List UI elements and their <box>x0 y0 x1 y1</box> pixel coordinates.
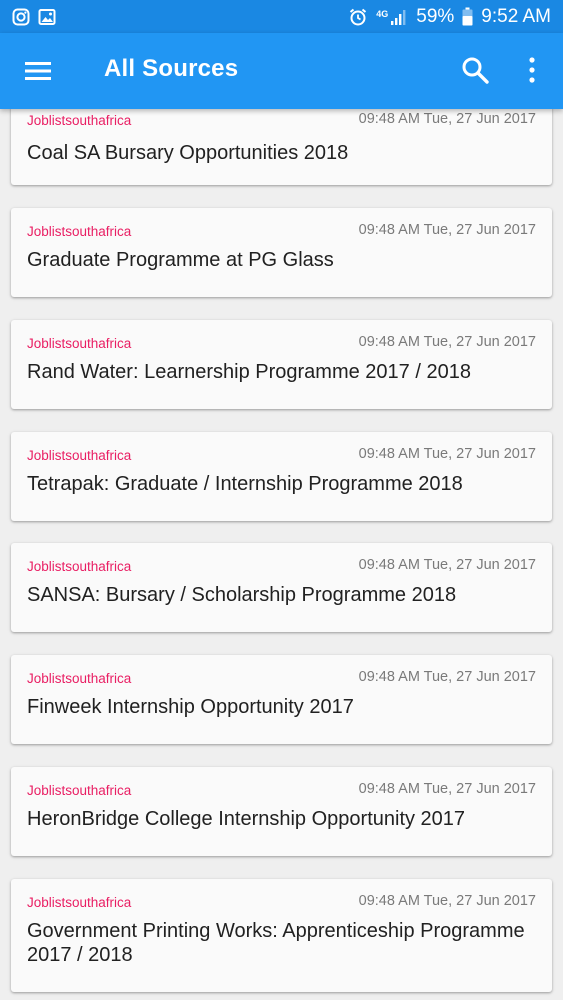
more-vert-icon[interactable] <box>520 55 544 85</box>
article-date: 09:48 AM Tue, 27 Jun 2017 <box>358 446 536 462</box>
article-title: Coal SA Bursary Opportunities 2018 <box>27 142 349 164</box>
article-card[interactable]: Joblistsouthafrica 09:48 AM Tue, 27 Jun … <box>11 320 552 409</box>
article-date: 09:48 AM Tue, 27 Jun 2017 <box>358 222 536 238</box>
status-bar: 4G 59% 9:52 AM <box>0 0 563 33</box>
article-date: 09:48 AM Tue, 27 Jun 2017 <box>358 781 536 797</box>
article-card[interactable]: Joblistsouthafrica 09:48 AM Tue, 27 Jun … <box>11 767 552 856</box>
status-right-icons: 4G 59% 9:52 AM <box>348 6 551 28</box>
article-list[interactable]: Joblistsouthafrica 09:48 AM Tue, 27 Jun … <box>0 109 563 1000</box>
network-type: 4G <box>376 8 389 19</box>
battery-percent: 59% <box>416 5 455 27</box>
article-source: Joblistsouthafrica <box>27 448 132 463</box>
article-date: 09:48 AM Tue, 27 Jun 2017 <box>358 557 536 573</box>
signal-icon <box>391 9 406 25</box>
article-card[interactable]: Joblistsouthafrica 09:48 AM Tue, 27 Jun … <box>11 655 552 744</box>
article-source: Joblistsouthafrica <box>27 783 132 798</box>
image-icon <box>38 8 56 25</box>
article-source: Joblistsouthafrica <box>27 224 132 239</box>
battery-icon <box>462 7 473 26</box>
article-source: Joblistsouthafrica <box>27 895 132 910</box>
article-title: Graduate Programme at PG Glass <box>27 249 334 271</box>
clock: 9:52 AM <box>481 5 551 27</box>
article-title: Government Printing Works: Apprenticeshi… <box>27 920 525 966</box>
article-card[interactable]: Joblistsouthafrica 09:48 AM Tue, 27 Jun … <box>11 432 552 521</box>
article-date: 09:48 AM Tue, 27 Jun 2017 <box>358 334 536 350</box>
article-title: HeronBridge College Internship Opportuni… <box>27 808 466 830</box>
hamburger-menu-icon[interactable] <box>24 57 52 85</box>
article-source: Joblistsouthafrica <box>27 671 132 686</box>
article-card[interactable]: Joblistsouthafrica 09:48 AM Tue, 27 Jun … <box>11 109 552 185</box>
article-date: 09:48 AM Tue, 27 Jun 2017 <box>358 669 536 685</box>
article-card[interactable]: Joblistsouthafrica 09:48 AM Tue, 27 Jun … <box>11 879 552 992</box>
article-source: Joblistsouthafrica <box>27 113 132 128</box>
article-date: 09:48 AM Tue, 27 Jun 2017 <box>358 893 536 909</box>
article-title: SANSA: Bursary / Scholarship Programme 2… <box>27 584 457 606</box>
article-title: Finweek Internship Opportunity 2017 <box>27 696 354 718</box>
article-source: Joblistsouthafrica <box>27 336 132 351</box>
app-bar: All Sources <box>0 33 563 109</box>
page-title: All Sources <box>104 55 239 82</box>
alarm-icon <box>350 8 367 25</box>
article-card[interactable]: Joblistsouthafrica 09:48 AM Tue, 27 Jun … <box>11 208 552 297</box>
article-source: Joblistsouthafrica <box>27 559 132 574</box>
search-icon[interactable] <box>460 55 490 85</box>
article-card[interactable]: Joblistsouthafrica 09:48 AM Tue, 27 Jun … <box>11 543 552 632</box>
article-date: 09:48 AM Tue, 27 Jun 2017 <box>358 111 536 127</box>
status-left-icons <box>12 8 56 26</box>
instagram-icon <box>12 8 30 25</box>
article-title: Rand Water: Learnership Programme 2017 /… <box>27 361 471 383</box>
article-title: Tetrapak: Graduate / Internship Programm… <box>27 473 463 495</box>
